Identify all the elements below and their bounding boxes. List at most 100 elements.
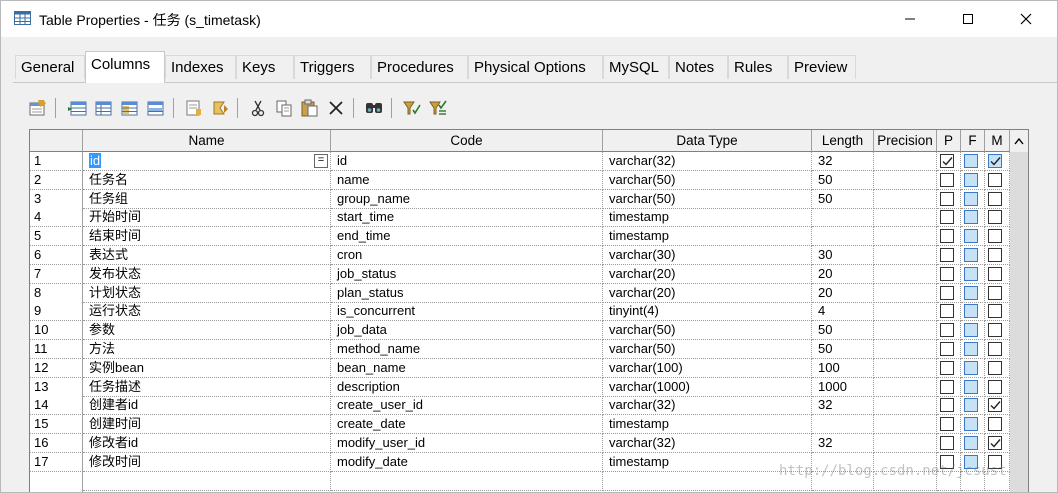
data-type-column-header[interactable]: Data Type xyxy=(603,130,812,152)
data-type-cell[interactable]: varchar(32) xyxy=(603,396,812,416)
p-checkbox[interactable] xyxy=(940,304,954,319)
f-checkbox[interactable] xyxy=(964,210,978,225)
code-cell[interactable]: bean_name xyxy=(331,358,603,378)
m-checkbox[interactable] xyxy=(988,398,1002,413)
copy-icon[interactable] xyxy=(273,97,295,119)
m-checkbox[interactable] xyxy=(988,229,1002,244)
data-type-cell[interactable]: varchar(30) xyxy=(603,246,812,265)
data-type-cell[interactable]: varchar(32) xyxy=(603,434,812,453)
delete-row-icon[interactable] xyxy=(145,97,167,119)
m-checkbox[interactable] xyxy=(988,360,1002,375)
name-cell[interactable]: 表达式 xyxy=(83,246,331,265)
code-cell[interactable]: modify_user_id xyxy=(331,434,603,453)
length-cell[interactable]: 50 xyxy=(812,321,874,341)
f-checkbox[interactable] xyxy=(964,285,978,300)
table-row[interactable]: 3 任务组 group_name varchar(50) 50 xyxy=(30,189,1028,209)
p-checkbox[interactable] xyxy=(940,417,954,432)
length-cell[interactable]: 32 xyxy=(812,434,874,453)
name-cell[interactable]: 结束时间 xyxy=(83,227,331,247)
properties-icon[interactable] xyxy=(27,97,49,119)
paste-icon[interactable] xyxy=(299,97,321,119)
m-checkbox[interactable] xyxy=(988,210,1002,225)
p-checkbox[interactable] xyxy=(940,398,954,413)
precision-cell[interactable] xyxy=(874,358,937,378)
data-type-cell[interactable]: varchar(32) xyxy=(603,152,812,171)
data-type-cell[interactable]: varchar(20) xyxy=(603,264,812,284)
table-row[interactable]: 13 任务描述 description varchar(1000) 1000 xyxy=(30,377,1028,397)
data-type-cell[interactable]: varchar(50) xyxy=(603,340,812,359)
precision-column-header[interactable]: Precision xyxy=(874,130,937,152)
insert-row-icon[interactable] xyxy=(67,97,89,119)
precision-cell[interactable] xyxy=(874,434,937,453)
name-cell[interactable]: 任务组 xyxy=(83,189,331,209)
tab-general[interactable]: General xyxy=(15,55,85,79)
table-row[interactable]: 14 创建者id create_user_id varchar(32) 32 xyxy=(30,396,1028,416)
p-checkbox[interactable] xyxy=(940,154,954,168)
precision-cell[interactable] xyxy=(874,170,937,190)
data-type-cell[interactable]: tinyint(4) xyxy=(603,302,812,322)
f-checkbox[interactable] xyxy=(964,398,978,413)
table-row[interactable]: 5 结束时间 end_time timestamp xyxy=(30,227,1028,247)
table-row[interactable]: 2 任务名 name varchar(50) 50 xyxy=(30,170,1028,190)
precision-cell[interactable] xyxy=(874,321,937,341)
code-cell[interactable]: modify_date xyxy=(331,452,603,472)
name-cell[interactable]: 开始时间 xyxy=(83,208,331,228)
add-columns-icon[interactable] xyxy=(119,97,141,119)
cut-icon[interactable] xyxy=(247,97,269,119)
length-cell[interactable]: 1000 xyxy=(812,377,874,397)
p-checkbox[interactable] xyxy=(940,323,954,338)
tab-preview[interactable]: Preview xyxy=(788,55,856,79)
precision-cell[interactable] xyxy=(874,415,937,435)
tab-mysql[interactable]: MySQL xyxy=(603,55,669,79)
tab-procedures[interactable]: Procedures xyxy=(371,55,468,79)
table-row[interactable]: 15 创建时间 create_date timestamp xyxy=(30,415,1028,435)
table-row[interactable]: 11 方法 method_name varchar(50) 50 xyxy=(30,340,1028,359)
code-cell[interactable]: id xyxy=(331,152,603,171)
table-row[interactable]: 16 修改者id modify_user_id varchar(32) 32 xyxy=(30,434,1028,453)
f-checkbox[interactable] xyxy=(964,323,978,338)
name-cell[interactable]: 修改者id xyxy=(83,434,331,453)
m-checkbox[interactable] xyxy=(988,379,1002,394)
name-cell[interactable]: 创建时间 xyxy=(83,415,331,435)
f-checkbox[interactable] xyxy=(964,248,978,262)
f-column-header[interactable]: F xyxy=(961,130,985,152)
name-cell[interactable]: 任务描述 xyxy=(83,377,331,397)
length-column-header[interactable]: Length xyxy=(812,130,874,152)
maximize-button[interactable] xyxy=(945,1,991,37)
precision-cell[interactable] xyxy=(874,152,937,171)
precision-cell[interactable] xyxy=(874,264,937,284)
name-cell[interactable]: 运行状态 xyxy=(83,302,331,322)
length-cell[interactable] xyxy=(812,208,874,228)
name-cell[interactable]: 实例bean xyxy=(83,358,331,378)
m-checkbox[interactable] xyxy=(988,304,1002,319)
f-checkbox[interactable] xyxy=(964,172,978,187)
code-column-header[interactable]: Code xyxy=(331,130,603,152)
table-row[interactable]: 9 运行状态 is_concurrent tinyint(4) 4 xyxy=(30,302,1028,322)
m-checkbox[interactable] xyxy=(988,248,1002,262)
m-column-header[interactable]: M xyxy=(985,130,1010,152)
data-type-cell[interactable]: varchar(1000) xyxy=(603,377,812,397)
p-checkbox[interactable] xyxy=(940,436,954,450)
code-cell[interactable]: create_user_id xyxy=(331,396,603,416)
precision-cell[interactable] xyxy=(874,396,937,416)
tab-triggers[interactable]: Triggers xyxy=(294,55,371,79)
precision-cell[interactable] xyxy=(874,227,937,247)
p-checkbox[interactable] xyxy=(940,191,954,206)
table-row[interactable]: 6 表达式 cron varchar(30) 30 xyxy=(30,246,1028,265)
name-cell[interactable]: 参数 xyxy=(83,321,331,341)
tab-keys[interactable]: Keys xyxy=(236,55,294,79)
name-column-header[interactable]: Name xyxy=(83,130,331,152)
length-cell[interactable]: 32 xyxy=(812,152,874,171)
name-cell[interactable]: 计划状态 xyxy=(83,283,331,303)
data-type-cell[interactable]: varchar(20) xyxy=(603,283,812,303)
precision-cell[interactable] xyxy=(874,189,937,209)
precision-cell[interactable] xyxy=(874,377,937,397)
f-checkbox[interactable] xyxy=(964,304,978,319)
precision-cell[interactable] xyxy=(874,340,937,359)
tab-indexes[interactable]: Indexes xyxy=(165,55,236,79)
length-cell[interactable]: 32 xyxy=(812,396,874,416)
code-cell[interactable] xyxy=(331,471,603,491)
clear-filter-icon[interactable] xyxy=(427,97,449,119)
code-cell[interactable]: plan_status xyxy=(331,283,603,303)
data-type-cell[interactable]: varchar(50) xyxy=(603,189,812,209)
